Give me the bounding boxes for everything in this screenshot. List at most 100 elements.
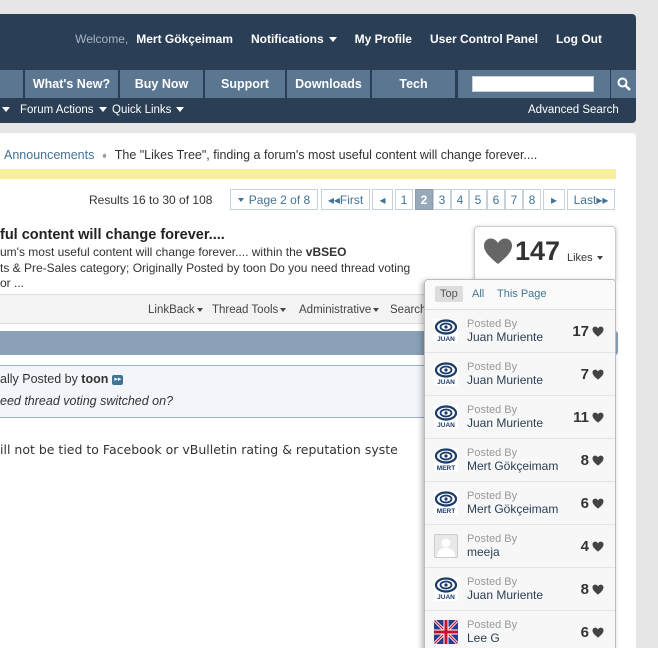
poster-name[interactable]: Juan Muriente: [467, 373, 543, 387]
avatar-label: JUAN: [437, 422, 455, 429]
breadcrumb-announcements[interactable]: Announcements: [4, 148, 94, 162]
pager-page[interactable]: 3: [433, 189, 451, 210]
subnav-dropdown-partial[interactable]: [2, 104, 10, 116]
search-button[interactable]: [611, 70, 636, 98]
avatar: JUAN: [434, 362, 458, 386]
tab-home-partial[interactable]: [0, 70, 24, 98]
like-row[interactable]: Posted By Lee G 6: [425, 611, 615, 648]
posted-by-label: Posted By: [467, 533, 518, 545]
pager-page[interactable]: 8: [523, 189, 541, 210]
pager-prev[interactable]: ◂: [372, 189, 393, 210]
pager-page[interactable]: 5: [469, 189, 487, 210]
quote-author: toon: [81, 372, 109, 386]
poster-name[interactable]: Mert Gökçeimam: [467, 459, 558, 473]
breadcrumb-arrow-icon: ➧: [100, 151, 109, 162]
thread-description-line-3: or ...: [0, 276, 25, 290]
chevron-down-icon: [596, 256, 603, 261]
thread-tools-menu[interactable]: Thread Tools: [212, 304, 287, 316]
posted-by-label: Posted By: [467, 404, 518, 416]
avatar: MERT: [434, 448, 458, 472]
like-row[interactable]: MERT Posted By Mert Gökçeimam 8: [425, 439, 615, 482]
search-thread-menu[interactable]: Search: [390, 304, 426, 316]
pager-page-current: 2: [415, 189, 433, 210]
heart-icon: [592, 627, 604, 638]
likes-tab-all[interactable]: All: [472, 288, 484, 300]
notifications-link[interactable]: Notifications: [251, 32, 337, 46]
likes-dropdown[interactable]: Likes: [567, 252, 603, 264]
pager-next[interactable]: ▸: [543, 189, 565, 210]
like-row[interactable]: JUAN Posted By Juan Muriente 11: [425, 396, 615, 439]
avatar-logo-icon: [434, 319, 458, 335]
user-control-panel-link[interactable]: User Control Panel: [430, 32, 538, 46]
linkback-menu[interactable]: LinkBack: [148, 304, 203, 316]
sub-nav: Forum Actions Quick Links Advanced Searc…: [0, 98, 636, 123]
tab-tech[interactable]: Tech: [372, 70, 456, 98]
tab-downloads[interactable]: Downloads: [287, 70, 371, 98]
page: Welcome, Mert Gökçeimam Notifications My…: [0, 0, 658, 648]
administrative-menu[interactable]: Administrative: [299, 304, 380, 316]
posted-by-label: Posted By: [467, 490, 518, 502]
avatar-logo-icon: [434, 577, 458, 593]
tab-whats-new[interactable]: What's New?: [25, 70, 119, 98]
pager-page[interactable]: 1: [395, 189, 413, 210]
pager-page[interactable]: 6: [487, 189, 505, 210]
logout-link[interactable]: Log Out: [556, 32, 602, 46]
likes-tab-top[interactable]: Top: [435, 286, 463, 302]
search-input[interactable]: [472, 76, 594, 92]
quick-links-menu[interactable]: Quick Links: [112, 104, 185, 116]
search-icon: [617, 77, 631, 91]
thread-title[interactable]: ful content will change forever....: [0, 227, 225, 243]
likes-tab-this-page[interactable]: This Page: [497, 288, 547, 300]
default-avatar-icon: [437, 538, 455, 557]
like-row[interactable]: Posted By meeja 4: [425, 525, 615, 568]
like-count: 8: [580, 581, 589, 598]
advanced-search-link[interactable]: Advanced Search: [528, 104, 619, 116]
like-row[interactable]: JUAN Posted By Juan Muriente 8: [425, 568, 615, 611]
forum-actions-menu[interactable]: Forum Actions: [20, 104, 107, 116]
thread-description-line-2: ts & Pre-Sales category; Originally Post…: [0, 261, 411, 275]
pager-page[interactable]: 4: [451, 189, 469, 210]
page-of-dropdown[interactable]: Page 2 of 8: [230, 189, 318, 210]
poster-name[interactable]: Juan Muriente: [467, 416, 543, 430]
heart-icon: [592, 326, 604, 337]
poster-name[interactable]: Juan Muriente: [467, 588, 543, 602]
posted-by-label: Posted By: [467, 576, 518, 588]
like-row[interactable]: JUAN Posted By Juan Muriente 7: [425, 353, 615, 396]
tab-buy-now[interactable]: Buy Now: [120, 70, 204, 98]
pager-first[interactable]: ◂◂ First: [321, 189, 370, 210]
like-count: 6: [580, 495, 589, 512]
main-nav: What's New? Buy Now Support Downloads Te…: [0, 70, 636, 98]
poster-name[interactable]: Mert Gökçeimam: [467, 502, 558, 516]
poster-name[interactable]: Lee G: [467, 631, 500, 645]
like-row[interactable]: JUAN Posted By Juan Muriente 17: [425, 310, 615, 353]
likes-summary[interactable]: 147 Likes: [474, 226, 616, 282]
heart-icon: [592, 541, 604, 552]
like-count: 11: [573, 409, 589, 426]
heart-icon: [592, 455, 604, 466]
avatar-logo-icon: [434, 491, 458, 507]
post-body-text: ill not be tied to Facebook or vBulletin…: [0, 442, 398, 457]
poster-name[interactable]: Juan Muriente: [467, 330, 543, 344]
results-count: Results 16 to 30 of 108: [89, 193, 213, 207]
tab-support[interactable]: Support: [205, 70, 286, 98]
notice-bar: [0, 169, 616, 179]
avatar: [434, 620, 458, 644]
forum-actions-label: Forum Actions: [20, 104, 94, 116]
like-row[interactable]: MERT Posted By Mert Gökçeimam 6: [425, 482, 615, 525]
chevron-down-icon: [237, 197, 244, 202]
likes-count: 147: [515, 236, 561, 266]
double-left-icon: ◂◂: [327, 192, 340, 207]
view-post-icon[interactable]: ▸▸: [112, 374, 124, 385]
pager-first-label: First: [339, 192, 364, 207]
avatar-label: JUAN: [437, 594, 455, 601]
pager-last[interactable]: Last ▸▸: [567, 189, 615, 210]
thread-tools-label: Thread Tools: [212, 304, 279, 316]
administrative-label: Administrative: [299, 304, 372, 316]
poster-name[interactable]: meeja: [467, 545, 500, 559]
thread-line1-text: um's most useful content will change for…: [0, 245, 306, 259]
heart-icon: [484, 238, 512, 264]
chevron-down-icon: [280, 307, 287, 312]
my-profile-link[interactable]: My Profile: [355, 32, 412, 46]
username-link[interactable]: Mert Gökçeimam: [136, 32, 233, 46]
pager-page[interactable]: 7: [505, 189, 523, 210]
